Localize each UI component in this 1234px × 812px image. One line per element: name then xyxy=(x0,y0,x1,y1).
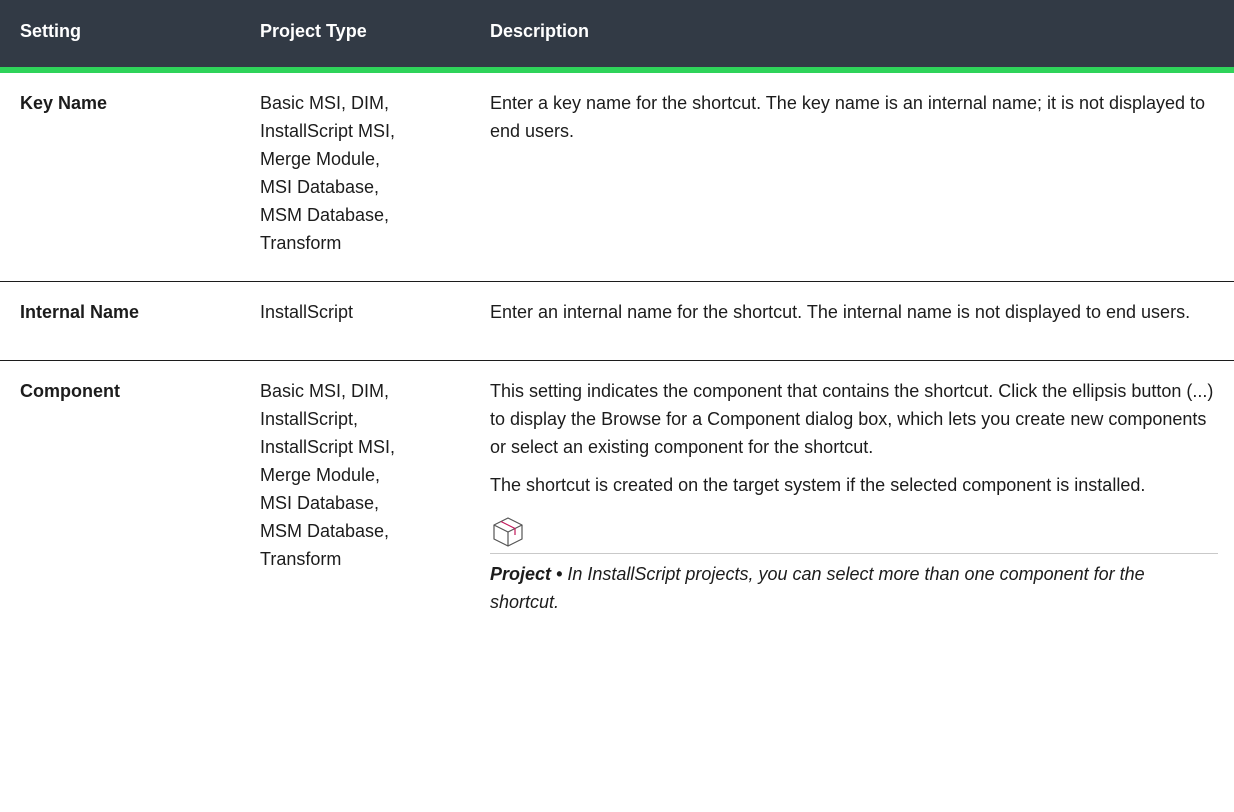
project-type-list: InstallScript xyxy=(260,302,354,322)
table-row: Component Basic MSI, DIM, InstallScript,… xyxy=(0,361,1234,641)
description-paragraph: Enter an internal name for the shortcut.… xyxy=(490,302,1191,322)
note-text: Project • In InstallScript projects, you… xyxy=(490,560,1218,616)
project-type-list: Basic MSI, DIM, InstallScript, InstallSc… xyxy=(260,381,396,569)
table-row: Key Name Basic MSI, DIM, InstallScript M… xyxy=(0,70,1234,282)
project-type-list: Basic MSI, DIM, InstallScript MSI, Merge… xyxy=(260,93,396,253)
header-row: Setting Project Type Description xyxy=(0,0,1234,73)
table-row: Internal Name InstallScript Enter an int… xyxy=(0,281,1234,361)
project-note: Project • In InstallScript projects, you… xyxy=(490,513,1218,616)
setting-name: Internal Name xyxy=(20,302,140,322)
note-divider xyxy=(490,553,1218,554)
column-header-project-type: Project Type xyxy=(240,0,470,73)
settings-table: Setting Project Type Description Key Nam… xyxy=(0,0,1234,640)
note-label: Project xyxy=(490,564,552,584)
setting-name: Key Name xyxy=(20,93,108,113)
note-separator: • xyxy=(556,564,563,584)
description-paragraph: This setting indicates the component tha… xyxy=(490,381,1214,457)
setting-name: Component xyxy=(20,381,120,401)
description-paragraph: The shortcut is created on the target sy… xyxy=(490,475,1146,495)
description-paragraph: Enter a key name for the shortcut. The k… xyxy=(490,93,1206,141)
column-header-description: Description xyxy=(470,0,1234,73)
column-header-setting: Setting xyxy=(0,0,240,73)
project-box-icon xyxy=(493,517,523,547)
note-body: In InstallScript projects, you can selec… xyxy=(490,564,1145,612)
